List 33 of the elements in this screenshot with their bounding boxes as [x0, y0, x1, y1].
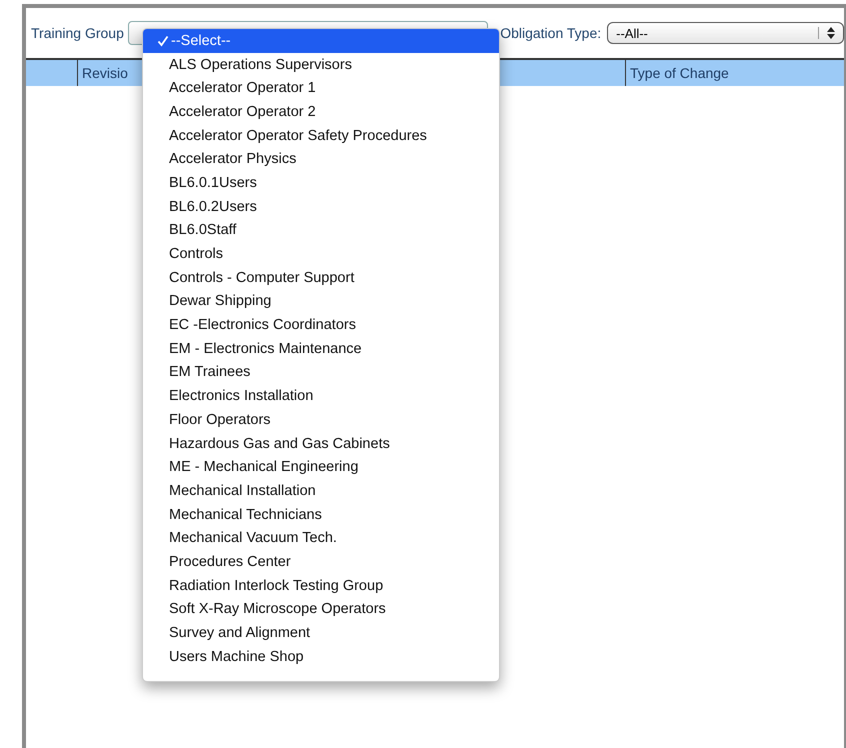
menu-item[interactable]: BL6.0.2Users — [143, 194, 499, 218]
menu-item[interactable]: ME - Mechanical Engineering — [143, 455, 499, 480]
menu-item[interactable]: Accelerator Operator 1 — [143, 76, 499, 100]
menu-item[interactable]: Floor Operators — [143, 408, 499, 432]
column-header[interactable]: Type of Change — [626, 60, 844, 86]
obligation-type-select[interactable]: --All-- — [607, 22, 844, 44]
menu-item[interactable]: Dewar Shipping — [143, 290, 499, 314]
obligation-type-label: Obligation Type: — [500, 25, 602, 41]
menu-item[interactable]: Accelerator Operator Safety Procedures — [143, 124, 499, 148]
stepper-arrows-icon — [818, 27, 835, 39]
check-icon — [157, 34, 169, 47]
menu-item[interactable]: EM Trainees — [143, 360, 499, 384]
menu-item[interactable]: Survey and Alignment — [143, 621, 499, 645]
menu-item[interactable]: Hazardous Gas and Gas Cabinets — [143, 432, 499, 456]
menu-item[interactable]: ALS Operations Supervisors — [143, 52, 499, 76]
menu-item[interactable]: Radiation Interlock Testing Group — [143, 574, 499, 598]
menu-item[interactable]: Accelerator Operator 2 — [143, 100, 499, 124]
menu-item[interactable]: Users Machine Shop — [143, 644, 499, 669]
menu-item[interactable]: EC -Electronics Coordinators — [143, 313, 499, 337]
menu-item[interactable]: Controls — [143, 242, 499, 266]
menu-item[interactable]: Electronics Installation — [143, 384, 499, 408]
menu-item[interactable]: Accelerator Physics — [143, 147, 499, 172]
menu-item[interactable]: Soft X-Ray Microscope Operators — [143, 598, 499, 622]
menu-item[interactable]: --Select-- — [143, 29, 499, 53]
menu-item[interactable]: Mechanical Installation — [143, 479, 499, 503]
menu-item[interactable]: BL6.0.1Users — [143, 171, 499, 195]
menu-item[interactable]: EM - Electronics Maintenance — [143, 336, 499, 361]
menu-item[interactable]: Mechanical Vacuum Tech. — [143, 526, 499, 550]
menu-item[interactable]: Mechanical Technicians — [143, 502, 499, 526]
menu-item[interactable]: BL6.0Staff — [143, 218, 499, 242]
training-group-label: Training Group — [31, 25, 124, 41]
menu-item[interactable]: Controls - Computer Support — [143, 266, 499, 290]
menu-item[interactable]: Procedures Center — [143, 550, 499, 574]
